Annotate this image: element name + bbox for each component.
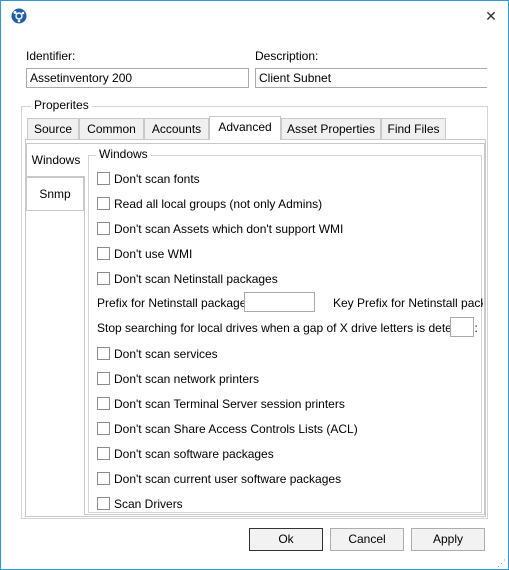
option-label: Read all local groups (not only Admins) <box>114 197 323 211</box>
key-prefix-label: Key Prefix for Netinstall packag <box>333 296 483 310</box>
option-label: Don't scan Share Access Controls Lists (… <box>114 422 358 436</box>
option-label: Don't scan Netinstall packages <box>114 272 278 286</box>
checkbox[interactable] <box>97 447 110 460</box>
prefix-input[interactable] <box>244 292 315 312</box>
app-globe-icon <box>11 8 27 24</box>
checkbox[interactable] <box>97 197 110 210</box>
description-input[interactable]: Client Subnet <box>255 68 487 88</box>
description-label: Description: <box>255 49 319 63</box>
drive-gap-input[interactable] <box>450 317 474 337</box>
apply-button[interactable]: Apply <box>411 528 485 551</box>
title-bar: ✕ <box>1 1 508 31</box>
tab-asset-properties[interactable]: Asset Properties <box>281 118 381 139</box>
tab-find-files[interactable]: Find Files <box>381 118 446 139</box>
checkbox[interactable] <box>97 222 110 235</box>
side-tab-snmp[interactable]: Snmp <box>26 177 84 211</box>
ok-button[interactable]: Ok <box>249 528 323 551</box>
checkbox[interactable] <box>97 247 110 260</box>
checkbox[interactable] <box>97 472 110 485</box>
option-label: Scan Drivers <box>114 497 183 511</box>
checkbox[interactable] <box>97 272 110 285</box>
tab-accounts[interactable]: Accounts <box>144 118 209 139</box>
option-label: Don't scan fonts <box>114 172 200 186</box>
tab-common[interactable]: Common <box>79 118 144 139</box>
properties-group-title: Properites <box>31 98 92 112</box>
identifier-label: Identifier: <box>26 49 76 63</box>
cancel-button[interactable]: Cancel <box>330 528 404 551</box>
checkbox[interactable] <box>97 372 110 385</box>
close-icon: ✕ <box>485 8 497 24</box>
checkbox[interactable] <box>97 497 110 510</box>
checkbox[interactable] <box>97 347 110 360</box>
option-label: Don't scan current user software package… <box>114 472 342 486</box>
windows-group-title: Windows <box>96 147 151 161</box>
option-label: Don't scan Terminal Server session print… <box>114 397 345 411</box>
option-label: Don't scan Assets which don't support WM… <box>114 222 344 236</box>
side-tab-windows[interactable]: Windows <box>26 143 85 177</box>
option-label: Don't scan services <box>114 347 218 361</box>
drive-gap-label: Stop searching for local drives when a g… <box>97 321 478 335</box>
tab-source[interactable]: Source <box>27 118 79 139</box>
option-label: Don't scan software packages <box>114 447 274 461</box>
identifier-input[interactable]: Assetinventory 200 <box>26 68 249 88</box>
checkbox[interactable] <box>97 397 110 410</box>
prefix-label: Prefix for Netinstall packages: <box>97 296 256 310</box>
tab-advanced[interactable]: Advanced <box>209 116 281 140</box>
close-button[interactable]: ✕ <box>479 7 503 25</box>
checkbox[interactable] <box>97 422 110 435</box>
resize-grip-icon[interactable]: ⋰ <box>497 559 506 568</box>
option-label: Don't use WMI <box>114 247 193 261</box>
option-label: Don't scan network printers <box>114 372 260 386</box>
checkbox[interactable] <box>97 172 110 185</box>
